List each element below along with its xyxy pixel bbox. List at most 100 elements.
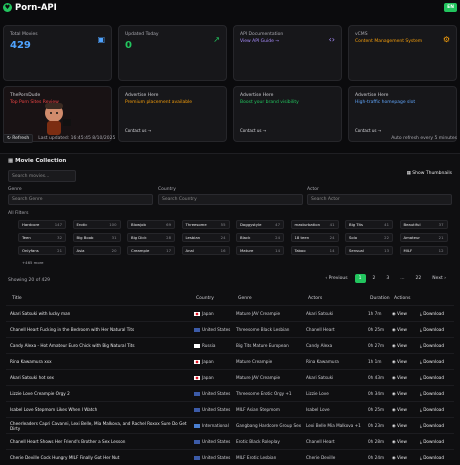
movie-country: Japan [194, 375, 214, 380]
movie-title[interactable]: Cheerleaders Capri Cavanni, Lexi Belle, … [10, 421, 190, 431]
movie-country: United States [194, 455, 230, 460]
api-docs-card[interactable]: API Documentation View API Guide → ‹› [233, 25, 342, 81]
country-input[interactable]: Search Country [158, 194, 303, 205]
filter-tag[interactable]: masturbation 41 [290, 220, 339, 229]
actor-input[interactable]: Search Actor [307, 194, 452, 205]
previous-page-button[interactable]: ‹ Previous [321, 274, 351, 283]
genre-input[interactable]: Search Genre [8, 194, 153, 205]
updated-today-card: Updated Today 0 ↗ [118, 25, 227, 81]
page-button[interactable]: 3 [382, 274, 393, 283]
filter-tag[interactable]: Big Tits 41 [345, 220, 393, 229]
movie-title[interactable]: Akari Satsuki with lucky man [10, 311, 190, 316]
movie-title[interactable]: Isabel Love Stepmom Likes When I Watch [10, 407, 190, 412]
filter-tag[interactable]: 18 teen 24 [290, 233, 339, 242]
movie-duration: 0h 24m [368, 455, 385, 460]
filter-tag[interactable]: Big Dick 28 [127, 233, 175, 242]
filter-tag[interactable]: Erotic 100 [72, 220, 121, 229]
logo[interactable]: ♥ Porn-API [3, 3, 57, 13]
next-page-button[interactable]: Next › [428, 274, 450, 283]
table-row[interactable]: Cherie Deville Cock Hungry MILF Finally … [6, 449, 454, 465]
download-button[interactable]: ⤓ Download [420, 327, 444, 332]
page-button[interactable]: 1 [354, 274, 366, 283]
filter-tag[interactable]: Threesome 55 [181, 220, 230, 229]
view-button[interactable]: ◉ View [392, 327, 407, 332]
col-title[interactable]: Title [12, 296, 22, 301]
movie-duration: 0h 25m [368, 407, 385, 412]
table-row[interactable]: Candy Alexa - Hot Amateur Euro Chick wit… [6, 337, 454, 353]
tag-name: Big Tits [349, 222, 364, 227]
download-button[interactable]: ⤓ Download [420, 311, 444, 316]
view-button[interactable]: ◉ View [392, 439, 407, 444]
download-button[interactable]: ⤓ Download [420, 423, 444, 428]
movie-genres: Threesome Erotic Orgy +1 [236, 391, 292, 396]
movie-genres: Gangbang Hardcore Group Sex [236, 423, 302, 428]
download-button[interactable]: ⤓ Download [420, 359, 444, 364]
vcms-card[interactable]: vCMS Content Management System ⚙ [348, 25, 457, 81]
view-button[interactable]: ◉ View [392, 359, 407, 364]
download-button[interactable]: ⤓ Download [420, 407, 444, 412]
table-row[interactable]: Akari Satsuki hot sex Japan Mature JAV Cre… [6, 369, 454, 385]
table-row[interactable]: Chanell Heart Fucking in the Bedroom wit… [6, 321, 454, 337]
view-label: View [397, 439, 407, 444]
filter-tag[interactable]: MILF 12 [399, 246, 448, 255]
api-guide-link[interactable]: View API Guide → [240, 39, 335, 44]
more-tags-link[interactable]: +465 more [22, 260, 43, 265]
col-actors[interactable]: Actors [308, 296, 322, 301]
movie-title[interactable]: Cherie Deville Cock Hungry MILF Finally … [10, 455, 190, 460]
filter-tag[interactable]: Beautiful 37 [399, 220, 448, 229]
refresh-button[interactable]: ↻ Refresh [3, 133, 34, 143]
filter-tag[interactable]: Asia 20 [72, 246, 121, 255]
show-thumbnails-toggle[interactable]: ▦ Show Thumbnails [407, 171, 452, 176]
filter-tag[interactable]: Solo 22 [345, 233, 393, 242]
search-input[interactable]: Search movies... [8, 170, 76, 182]
table-row[interactable]: Isabel Love Stepmom Likes When I Watch Un… [6, 401, 454, 417]
tag-count: 147 [54, 222, 62, 227]
movie-genres: MILF Erotic Lesbian [236, 455, 277, 460]
view-button[interactable]: ◉ View [392, 391, 407, 396]
movie-title[interactable]: Candy Alexa - Hot Amateur Euro Chick wit… [10, 343, 190, 348]
download-button[interactable]: ⤓ Download [420, 455, 444, 460]
page-button[interactable]: 2 [369, 274, 380, 283]
download-button[interactable]: ⤓ Download [420, 375, 444, 380]
filter-tag[interactable]: Amateur 21 [399, 233, 448, 242]
view-button[interactable]: ◉ View [392, 407, 407, 412]
language-button[interactable]: EN [444, 3, 457, 12]
filter-tag[interactable]: Doggystyle 47 [236, 220, 284, 229]
filter-tag[interactable]: Sensual 13 [345, 246, 393, 255]
movie-title[interactable]: Lizzie Love Creampie Orgy 2 [10, 391, 190, 396]
table-row[interactable]: Akari Satsuki with lucky man Japan Mature … [6, 305, 454, 321]
table-row[interactable]: Cheerleaders Capri Cavanni, Lexi Belle, … [6, 417, 454, 433]
filter-tag[interactable]: Black 24 [236, 233, 284, 242]
movie-title[interactable]: Rina Kawamura xxx [10, 359, 190, 364]
filter-tag[interactable]: Hardcore 147 [18, 220, 66, 229]
view-button[interactable]: ◉ View [392, 311, 407, 316]
page-button[interactable]: 22 [412, 274, 426, 283]
col-duration[interactable]: Duration [370, 296, 390, 301]
vcms-link[interactable]: Content Management System [355, 39, 450, 44]
col-country[interactable]: Country [196, 296, 214, 301]
movie-title[interactable]: Chanell Heart Fucking in the Bedroom wit… [10, 327, 190, 332]
filter-tag[interactable]: Anal 16 [181, 246, 230, 255]
filter-tag[interactable]: Teen 32 [18, 233, 66, 242]
filter-tag[interactable]: Blowjob 69 [127, 220, 175, 229]
movie-title[interactable]: Akari Satsuki hot sex [10, 375, 190, 380]
view-button[interactable]: ◉ View [392, 375, 407, 380]
view-button[interactable]: ◉ View [392, 455, 407, 460]
download-button[interactable]: ⤓ Download [420, 343, 444, 348]
download-button[interactable]: ⤓ Download [420, 391, 444, 396]
tag-count: 22 [384, 235, 389, 240]
table-row[interactable]: Chanell Heart Shows Her Friend's Brother… [6, 433, 454, 449]
filter-tag[interactable]: Lesbian 24 [181, 233, 230, 242]
view-button[interactable]: ◉ View [392, 423, 407, 428]
table-row[interactable]: Lizzie Love Creampie Orgy 2 United States… [6, 385, 454, 401]
col-genre[interactable]: Genre [238, 296, 252, 301]
view-button[interactable]: ◉ View [392, 343, 407, 348]
filter-tag[interactable]: Taboo 14 [290, 246, 339, 255]
filter-tag[interactable]: Creampie 17 [127, 246, 175, 255]
filter-tag[interactable]: Big Boob 31 [72, 233, 121, 242]
table-row[interactable]: Rina Kawamura xxx Japan Mature Creampie Rin… [6, 353, 454, 369]
movie-title[interactable]: Chanell Heart Shows Her Friend's Brother… [10, 439, 190, 444]
filter-tag[interactable]: Onlyfans 21 [18, 246, 66, 255]
download-button[interactable]: ⤓ Download [420, 439, 444, 444]
filter-tag[interactable]: Mature 14 [236, 246, 284, 255]
